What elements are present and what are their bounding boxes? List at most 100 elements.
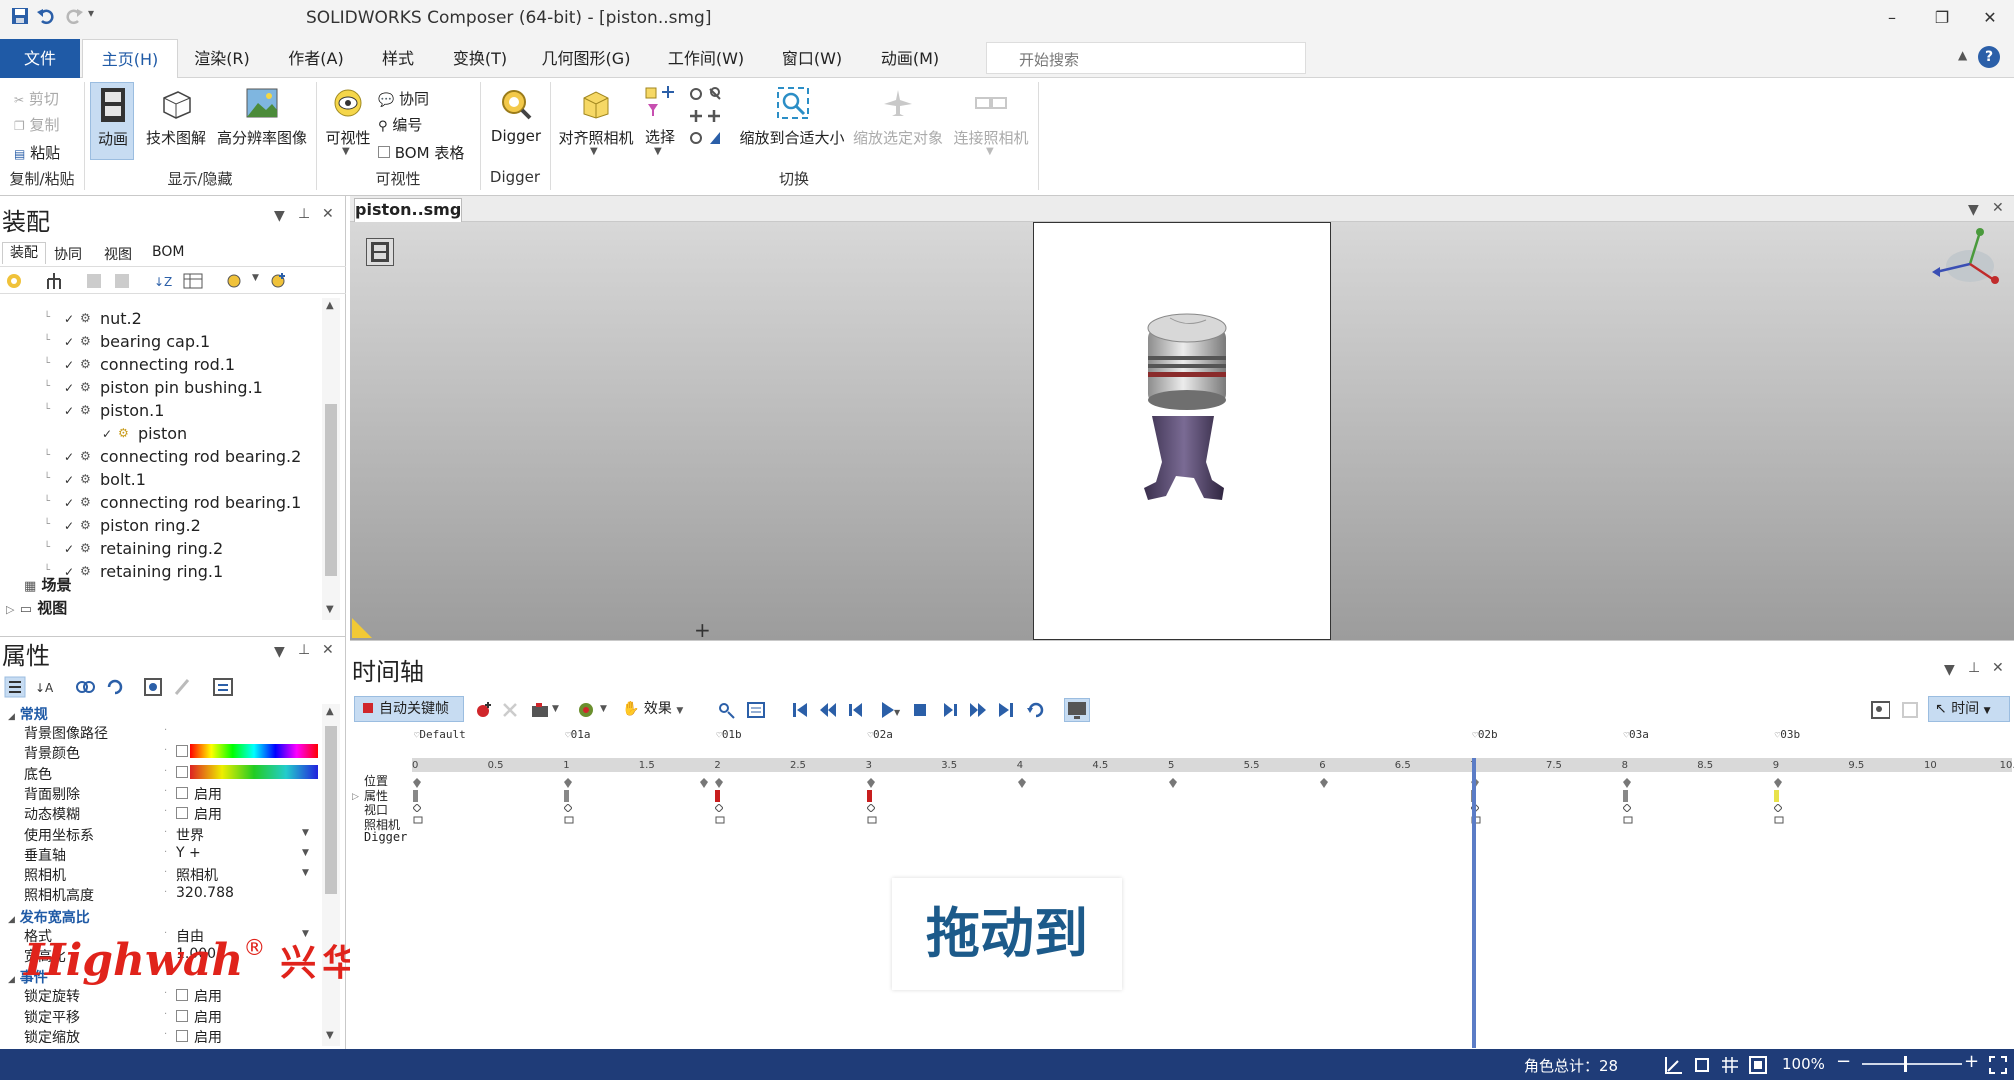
undo-icon[interactable]	[36, 6, 58, 28]
color-checkbox[interactable]	[176, 745, 188, 758]
bom-table-checkbox[interactable]	[378, 146, 390, 158]
tab-home[interactable]: 主页(H)	[82, 39, 178, 78]
navigation-tools[interactable]	[686, 86, 726, 156]
animation-button[interactable]: 动画	[90, 82, 134, 160]
fit-timeline-icon[interactable]	[1900, 700, 1920, 720]
color-checkbox[interactable]	[176, 765, 188, 778]
checkbox-checked-icon[interactable]: ✓	[64, 496, 74, 510]
scrollbar-thumb[interactable]	[325, 726, 337, 894]
collaboration-button[interactable]: 💬 协同	[378, 88, 429, 109]
checkbox-checked-icon[interactable]: ✓	[64, 358, 74, 372]
digger-button[interactable]: Digger	[488, 82, 544, 160]
tree-item[interactable]: └ ✓ ⚙ connecting rod bearing.2	[0, 446, 322, 469]
property-key[interactable]	[866, 790, 872, 802]
redo-icon[interactable]	[64, 6, 86, 28]
help-icon[interactable]: ?	[1978, 46, 2000, 68]
camera-key[interactable]	[1774, 816, 1784, 824]
checkbox-checked-icon[interactable]: ✓	[64, 381, 74, 395]
enable-checkbox[interactable]	[176, 807, 188, 820]
checkbox-checked-icon[interactable]: ✓	[64, 335, 74, 349]
document-tab[interactable]: piston..smg	[354, 198, 462, 222]
enable-checkbox[interactable]	[176, 1009, 188, 1022]
snap-icon[interactable]	[1692, 1055, 1712, 1075]
tree-item[interactable]: └ ✓ ⚙ bearing cap.1	[0, 331, 322, 354]
zoom-slider[interactable]	[1862, 1056, 1962, 1072]
tab-window[interactable]: 窗口(W)	[774, 39, 850, 78]
position-key[interactable]	[866, 778, 875, 788]
delete-key-icon[interactable]	[500, 700, 520, 720]
cut-button[interactable]: ✂ 剪切	[14, 88, 59, 109]
scroll-down-icon[interactable]: ▼	[326, 604, 334, 615]
tab-collaboration[interactable]: 协同	[54, 244, 82, 264]
previous-key-icon[interactable]	[818, 700, 838, 720]
move-up-icon[interactable]	[84, 271, 106, 291]
step-forward-icon[interactable]	[940, 700, 960, 720]
tab-author[interactable]: 作者(A)	[276, 39, 356, 78]
close-pane-icon[interactable]: ✕	[322, 642, 334, 658]
grid-toggle-icon[interactable]	[1664, 1055, 1684, 1075]
expand-tracks-icon[interactable]: ▷	[352, 792, 359, 802]
scroll-up-icon[interactable]: ▲	[326, 300, 334, 311]
timeline-tracks[interactable]: ▷ 00.511.522.533.544.555.566.577.588.599…	[350, 724, 2014, 1049]
close-pane-icon[interactable]: ✕	[322, 206, 334, 222]
hierarchy-icon[interactable]	[44, 271, 66, 291]
viewport-key[interactable]	[1622, 804, 1631, 812]
chevron-down-icon[interactable]: ▼	[302, 848, 309, 858]
restore-button[interactable]: ❐	[1922, 4, 1962, 32]
properties-filter-icon[interactable]	[746, 700, 766, 720]
camera-key[interactable]	[715, 816, 725, 824]
paste-button[interactable]: ▤ 粘贴	[14, 142, 60, 163]
hires-image-button[interactable]: 高分辨率图像	[214, 82, 310, 160]
zoom-slider-thumb[interactable]	[1904, 1056, 1907, 1072]
property-section-header[interactable]: ◢ 常规	[8, 704, 48, 724]
effects-button[interactable]: ✋ 效果 ▼	[622, 698, 683, 718]
property-row[interactable]: 垂直轴. Y + ▼	[0, 844, 322, 864]
property-row[interactable]: 照相机. 照相机 ▼	[0, 864, 322, 884]
align-camera-button[interactable]: 对齐照相机 ▼	[556, 82, 636, 160]
tab-styles[interactable]: 样式	[370, 39, 426, 78]
zoom-fit-button[interactable]: 缩放到合适大小	[736, 82, 848, 160]
checkbox-checked-icon[interactable]: ✓	[102, 427, 112, 441]
checkbox-checked-icon[interactable]: ✓	[64, 404, 74, 418]
chevron-down-icon[interactable]: ▼	[894, 708, 900, 717]
position-key[interactable]	[1169, 778, 1177, 788]
save-icon[interactable]	[10, 6, 32, 28]
property-key[interactable]	[564, 790, 570, 802]
time-mode-button[interactable]: ↖ 时间 ▼	[1928, 696, 2010, 722]
tree-item[interactable]: └ ✓ ⚙ connecting rod.1	[0, 354, 322, 377]
property-row[interactable]: 使用坐标系. 世界 ▼	[0, 824, 322, 844]
categorized-icon[interactable]	[4, 676, 26, 698]
chevron-down-icon[interactable]: ▼	[552, 704, 559, 714]
position-key[interactable]	[715, 778, 724, 788]
minimize-button[interactable]: –	[1872, 4, 1912, 32]
tree-scene[interactable]: ▦ 场景	[24, 574, 72, 595]
camera-key[interactable]	[1623, 816, 1633, 824]
visibility-button[interactable]: 可视性 ▼	[322, 82, 374, 160]
pane-menu-icon[interactable]: ▼	[1944, 662, 1955, 678]
checkbox-checked-icon[interactable]: ✓	[64, 312, 74, 326]
property-row[interactable]: 照相机高度. 320.788	[0, 884, 322, 904]
fullscreen-icon[interactable]	[1988, 1055, 2008, 1075]
zoom-out-button[interactable]: −	[1836, 1051, 1851, 1072]
enable-checkbox[interactable]	[176, 786, 188, 799]
tab-animation[interactable]: 动画(M)	[872, 39, 948, 78]
viewport-key[interactable]	[1773, 804, 1782, 812]
pane-menu-icon[interactable]: ▼	[274, 644, 285, 660]
tab-assembly[interactable]: 装配	[2, 242, 46, 264]
pin-icon[interactable]: ⊥	[1968, 660, 1980, 676]
tab-workshops[interactable]: 工作间(W)	[660, 39, 752, 78]
tree-item[interactable]: └ ✓ ⚙ nut.2	[0, 308, 322, 331]
copy-button[interactable]: ❐ 复制	[14, 114, 60, 135]
checkbox-checked-icon[interactable]: ✓	[64, 519, 74, 533]
property-row[interactable]: 底色.	[0, 763, 322, 783]
move-down-icon[interactable]	[112, 271, 134, 291]
assembly-tool-icon[interactable]	[4, 271, 26, 291]
actor-filter-icon[interactable]	[716, 700, 736, 720]
property-key[interactable]	[1622, 790, 1628, 802]
property-section-header[interactable]: ◢ 发布宽高比	[8, 907, 90, 927]
export-properties-icon[interactable]	[212, 676, 234, 698]
property-key[interactable]	[1773, 790, 1779, 802]
property-row[interactable]: 背景颜色.	[0, 742, 322, 762]
tab-transform[interactable]: 变换(T)	[440, 39, 520, 78]
checkbox-checked-icon[interactable]: ✓	[64, 542, 74, 556]
